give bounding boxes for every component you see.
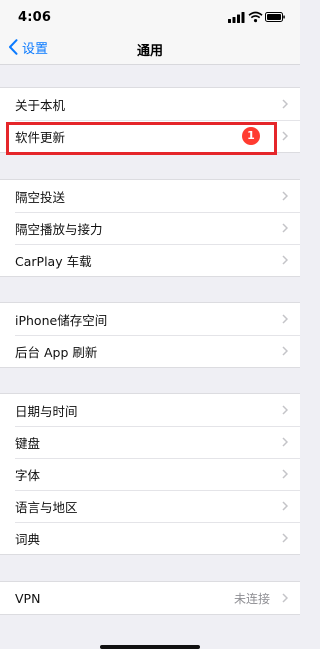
language-region-row[interactable]: 语言与地区 — [0, 490, 300, 522]
settings-group-locale: 日期与时间 键盘 字体 语言与地区 词典 — [0, 393, 300, 555]
row-label: 字体 — [15, 467, 41, 483]
date-time-row[interactable]: 日期与时间 — [0, 394, 300, 426]
row-label: 关于本机 — [15, 97, 66, 113]
chevron-right-icon — [282, 346, 288, 356]
chevron-right-icon — [282, 191, 288, 201]
airdrop-row[interactable]: 隔空投送 — [0, 180, 300, 212]
row-label: 隔空投送 — [15, 189, 66, 205]
settings-group-vpn: VPN 未连接 — [0, 581, 300, 615]
row-label: 键盘 — [15, 435, 41, 451]
home-indicator — [100, 645, 200, 649]
update-badge: 1 — [242, 127, 260, 145]
chevron-right-icon — [282, 437, 288, 447]
software-update-row[interactable]: 软件更新 1 — [0, 120, 300, 152]
vpn-row[interactable]: VPN 未连接 — [0, 582, 300, 614]
row-label: CarPlay 车载 — [15, 253, 92, 269]
carplay-row[interactable]: CarPlay 车载 — [0, 244, 300, 276]
row-label: iPhone储存空间 — [15, 312, 108, 328]
background-app-refresh-row[interactable]: 后台 App 刷新 — [0, 335, 300, 367]
row-label: 词典 — [15, 531, 41, 547]
chevron-right-icon — [282, 533, 288, 543]
chevron-right-icon — [282, 99, 288, 109]
status-time: 4:06 — [18, 10, 52, 25]
chevron-right-icon — [282, 314, 288, 324]
row-label: 日期与时间 — [15, 403, 78, 419]
dictionary-row[interactable]: 词典 — [0, 522, 300, 554]
chevron-right-icon — [282, 593, 288, 603]
chevron-right-icon — [282, 223, 288, 233]
settings-group-airdrop: 隔空投送 隔空播放与接力 CarPlay 车载 — [0, 179, 300, 277]
row-label: 后台 App 刷新 — [15, 344, 98, 360]
status-icons — [228, 11, 285, 23]
vpn-status: 未连接 — [233, 591, 270, 606]
battery-icon — [265, 12, 285, 22]
chevron-right-icon — [282, 131, 288, 141]
row-label: VPN — [15, 590, 41, 606]
row-label: 软件更新 — [15, 129, 66, 145]
status-bar: 4:06 — [0, 0, 300, 30]
chevron-right-icon — [282, 405, 288, 415]
row-label: 隔空播放与接力 — [15, 221, 103, 237]
settings-group-about: 关于本机 软件更新 1 — [0, 87, 300, 153]
page-title: 通用 — [136, 44, 163, 59]
chevron-right-icon — [282, 501, 288, 511]
signal-icon — [228, 12, 245, 23]
settings-group-storage: iPhone储存空间 后台 App 刷新 — [0, 302, 300, 368]
fonts-row[interactable]: 字体 — [0, 458, 300, 490]
row-label: 语言与地区 — [15, 499, 78, 515]
airplay-handoff-row[interactable]: 隔空播放与接力 — [0, 212, 300, 244]
about-row[interactable]: 关于本机 — [0, 88, 300, 120]
keyboard-row[interactable]: 键盘 — [0, 426, 300, 458]
nav-bar: 设置 通用 — [0, 30, 300, 65]
chevron-right-icon — [282, 255, 288, 265]
wifi-icon — [248, 11, 263, 23]
chevron-right-icon — [282, 469, 288, 479]
iphone-storage-row[interactable]: iPhone储存空间 — [0, 303, 300, 335]
